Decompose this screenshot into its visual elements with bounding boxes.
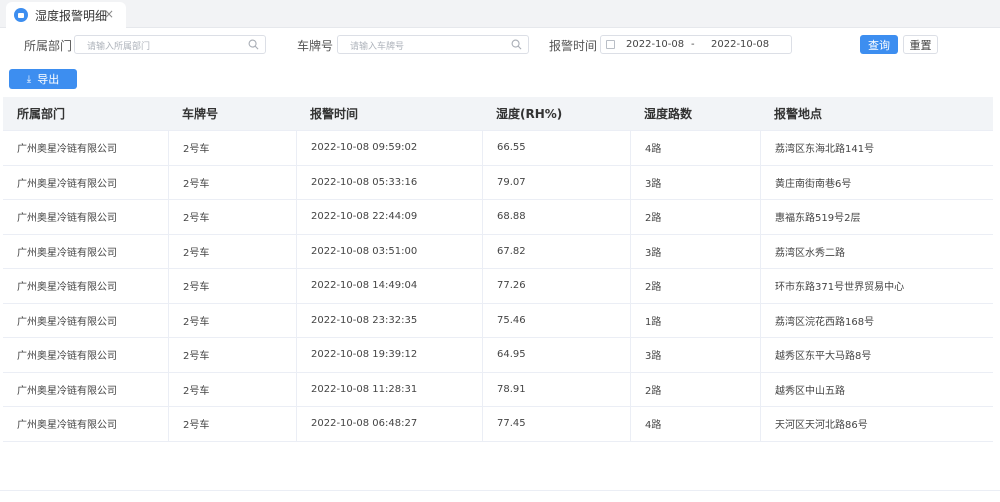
cell-dept: 广州奥星冷链有限公司 [17,385,117,397]
cell-location: 环市东路371号世界贸易中心 [760,269,993,303]
cell-humidity: 68.88 [482,200,630,234]
table-body: 广州奥星冷链有限公司 2号车 2022-10-08 09:59:02 66.55 4路荔… [3,131,993,442]
cell-time: 2022-10-08 09:59:02 [296,131,482,165]
cell-channel: 3路 [630,338,760,372]
cell-humidity: 77.26 [482,269,630,303]
date-separator: - [691,39,695,50]
plate-placeholder: 请输入车牌号 [350,42,405,52]
cell-dept: 广州奥星冷链有限公司 [17,213,117,225]
end-date[interactable]: 2022-10-08 [711,39,769,50]
table-row[interactable]: 广州奥星冷链有限公司 2号车 2022-10-08 05:33:16 79.07 3路黄… [3,165,993,200]
tab-humidity-alarm-detail[interactable]: 湿度报警明细 × [6,2,126,28]
cell-humidity: 66.55 [482,131,630,165]
cell-plate: 2号车 [168,131,296,165]
cell-time: 2022-10-08 06:48:27 [296,407,482,441]
cell-channel: 2路 [630,200,760,234]
header-channel: 湿度路数 [644,107,693,121]
table-row[interactable]: 广州奥星冷链有限公司 2号车 2022-10-08 23:32:35 75.46 1路荔… [3,303,993,338]
header-time: 报警时间 [310,107,359,121]
table-row[interactable]: 广州奥星冷链有限公司 2号车 2022-10-08 14:49:04 77.26 2路环… [3,269,993,304]
cell-location: 黄庄南街南巷6号 [760,165,993,199]
tab-title: 湿度报警明细 [35,8,108,23]
table-row[interactable]: 广州奥星冷链有限公司 2号车 2022-10-08 11:28:31 78.91 2路越… [3,372,993,407]
dept-label: 所属部门 [24,39,73,53]
plate-input[interactable]: 请输入车牌号 [337,35,529,54]
cell-channel: 4路 [630,407,760,441]
cell-time: 2022-10-08 03:51:00 [296,234,482,268]
cell-plate: 2号车 [168,200,296,234]
cell-location: 惠福东路519号2层 [760,200,993,234]
cell-location: 天河区天河北路86号 [760,407,993,441]
table-row[interactable]: 广州奥星冷链有限公司 2号车 2022-10-08 19:39:12 64.95 3路越… [3,338,993,373]
tab-bar: 湿度报警明细 × [0,0,1000,28]
cell-channel: 2路 [630,269,760,303]
dept-placeholder: 请输入所属部门 [87,42,151,52]
close-icon[interactable]: × [104,7,114,21]
cell-plate: 2号车 [168,303,296,337]
dept-input[interactable]: 请输入所属部门 [74,35,266,54]
cell-humidity: 75.46 [482,303,630,337]
cell-plate: 2号车 [168,269,296,303]
cell-location: 荔湾区浣花西路168号 [760,303,993,337]
cell-humidity: 67.82 [482,234,630,268]
tab-app-icon [14,8,28,22]
table-row[interactable]: 广州奥星冷链有限公司 2号车 2022-10-08 22:44:09 68.88 2路惠… [3,200,993,235]
cell-time: 2022-10-08 11:28:31 [296,372,482,406]
cell-time: 2022-10-08 19:39:12 [296,338,482,372]
download-icon: ⤓ [26,73,32,85]
time-label: 报警时间 [549,39,598,53]
cell-channel: 1路 [630,303,760,337]
header-location: 报警地点 [774,107,823,121]
cell-plate: 2号车 [168,234,296,268]
export-button[interactable]: ⤓ 导出 [9,69,77,89]
cell-time: 2022-10-08 14:49:04 [296,269,482,303]
cell-location: 越秀区东平大马路8号 [760,338,993,372]
cell-humidity: 64.95 [482,338,630,372]
table-footer-divider [0,490,1000,491]
cell-dept: 广州奥星冷链有限公司 [17,351,117,363]
cell-plate: 2号车 [168,407,296,441]
cell-dept: 广州奥星冷链有限公司 [17,144,117,156]
cell-dept: 广州奥星冷链有限公司 [17,178,117,190]
table-header: 所属部门 车牌号 报警时间 湿度(RH%) 湿度路数 报警地点 [3,97,993,131]
export-label: 导出 [37,73,60,86]
cell-channel: 4路 [630,131,760,165]
cell-time: 2022-10-08 23:32:35 [296,303,482,337]
header-humidity: 湿度(RH%) [496,107,563,121]
query-button[interactable]: 查询 [860,35,898,54]
plate-label: 车牌号 [297,39,334,53]
cell-dept: 广州奥星冷链有限公司 [17,247,117,259]
cell-location: 荔湾区水秀二路 [760,234,993,268]
calendar-icon [606,40,615,49]
date-range-picker[interactable]: 2022-10-08 - 2022-10-08 [600,35,792,54]
cell-plate: 2号车 [168,165,296,199]
header-dept: 所属部门 [17,107,66,121]
cell-humidity: 77.45 [482,407,630,441]
cell-humidity: 79.07 [482,165,630,199]
alarm-table: 所属部门 车牌号 报警时间 湿度(RH%) 湿度路数 报警地点 广州奥星冷链有限… [3,97,993,442]
reset-button[interactable]: 重置 [903,35,938,54]
cell-location: 越秀区中山五路 [760,372,993,406]
cell-time: 2022-10-08 05:33:16 [296,165,482,199]
cell-channel: 2路 [630,372,760,406]
cell-plate: 2号车 [168,372,296,406]
cell-dept: 广州奥星冷链有限公司 [17,420,117,432]
cell-time: 2022-10-08 22:44:09 [296,200,482,234]
cell-channel: 3路 [630,234,760,268]
table-row[interactable]: 广州奥星冷链有限公司 2号车 2022-10-08 09:59:02 66.55 4路荔… [3,131,993,166]
table-row[interactable]: 广州奥星冷链有限公司 2号车 2022-10-08 06:48:27 77.45 4路天… [3,407,993,442]
search-icon [511,39,522,50]
cell-humidity: 78.91 [482,372,630,406]
cell-dept: 广州奥星冷链有限公司 [17,282,117,294]
table-row[interactable]: 广州奥星冷链有限公司 2号车 2022-10-08 03:51:00 67.82 3路荔… [3,234,993,269]
cell-dept: 广州奥星冷链有限公司 [17,316,117,328]
cell-channel: 3路 [630,165,760,199]
search-icon [248,39,259,50]
header-plate: 车牌号 [182,107,219,121]
cell-location: 荔湾区东海北路141号 [760,131,993,165]
cell-plate: 2号车 [168,338,296,372]
start-date[interactable]: 2022-10-08 [626,39,684,50]
